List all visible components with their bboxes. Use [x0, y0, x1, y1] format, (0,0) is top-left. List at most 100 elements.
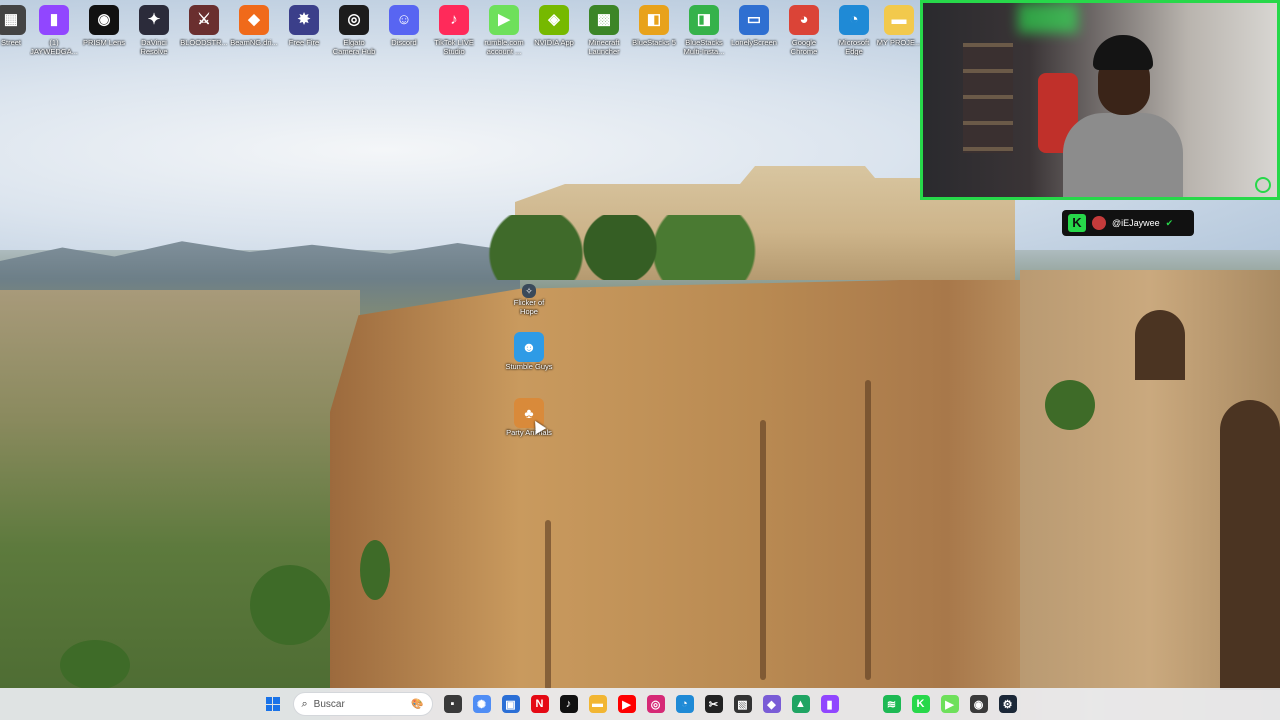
taskbar-steam[interactable]: ⚙	[995, 691, 1021, 717]
desktop-icon-bloodstrike[interactable]: ⚔ BLOODSTR...	[179, 2, 229, 62]
drive-icon: ▲	[791, 695, 810, 713]
streamer-beanie	[1093, 35, 1153, 70]
desktop-icon-microsoft-edge[interactable]: ◔ Microsoft Edge	[829, 2, 879, 62]
wallpaper-arch	[1220, 400, 1280, 690]
desktop-icon-label: BeamNG.dri...	[230, 38, 278, 47]
desktop-icon-label: MY PROJE...	[876, 38, 922, 47]
desktop-icon-label: Discord	[391, 38, 417, 47]
taskbar-youtube[interactable]: ▶	[614, 691, 640, 717]
wallpaper-bush	[1045, 380, 1095, 430]
taskbar-spotify[interactable]: ≋	[879, 691, 905, 717]
desktop-icon-davinci-resolve[interactable]: ✦ DaVinci Resolve	[129, 2, 179, 62]
neon-light	[1018, 3, 1078, 33]
chrome-icon: ◕	[789, 5, 819, 35]
minecraft-icon: ▩	[589, 5, 619, 35]
taskbar-netflix[interactable]: N	[527, 691, 553, 717]
bluestacks-multi-icon: ◨	[689, 5, 719, 35]
desktop-icon-label: Party Animals	[506, 428, 552, 437]
social-handle: @iEJaywee	[1112, 218, 1160, 228]
wallpaper-crack	[545, 520, 551, 690]
taskbar-folder[interactable]: ▬	[585, 691, 611, 717]
taskbar-obs[interactable]: ◉	[966, 691, 992, 717]
search-highlight-icon: 🎨	[411, 698, 424, 710]
desktop-icon-label: Google Chrome	[790, 38, 818, 56]
edge-icon: ◔	[839, 5, 869, 35]
webcam-overlay	[920, 0, 1280, 200]
desktop-icon-elgato-camera-hub[interactable]: ◎ Elgato Camera Hub	[329, 2, 379, 62]
desktop-icon-tiktok-live-studio[interactable]: ♪ TikTok LIVE Studio	[429, 2, 479, 62]
spotify-icon: ≋	[882, 695, 901, 713]
bluestacks-icon: ◧	[639, 5, 669, 35]
tiktok-icon: ♪	[439, 5, 469, 35]
desktop-icon-twitch[interactable]: ▮ (1) JAYWEDGA...	[29, 2, 79, 62]
beamng-icon: ◆	[239, 5, 269, 35]
camera-lens-icon: ◉	[89, 5, 119, 35]
desktop-icon-minecraft-launcher[interactable]: ▩ Minecraft Launcher	[579, 2, 629, 62]
kick-icon: K	[1068, 214, 1086, 232]
desktop-icon-label: PRISM Lens	[82, 38, 126, 47]
desktop-icon-my-projects[interactable]: ▬ MY PROJE...	[874, 2, 924, 62]
folder-icon: ▬	[884, 5, 914, 35]
nvidia-icon: ◈	[539, 5, 569, 35]
taskbar-instagram[interactable]: ◎	[643, 691, 669, 717]
folder-icon: ▬	[588, 695, 607, 713]
taskbar-tiktok[interactable]: ♪	[556, 691, 582, 717]
desktop-icon-bluestacks[interactable]: ◧ BlueStacks 5	[629, 2, 679, 62]
desktop-icon-bluestacks-multi[interactable]: ◨ BlueStacks Multi-Insta...	[679, 2, 729, 62]
game-icon: ⚔	[189, 5, 219, 35]
desktop-icon-prism-lens[interactable]: ◉ PRISM Lens	[79, 2, 129, 62]
desktop-icon-stumble-guys[interactable]: ☻ Stumble Guys	[504, 332, 554, 371]
wallpaper-bush	[360, 540, 390, 600]
desktop-icon-label: BLOODSTR...	[180, 38, 228, 47]
desktop-icon-nvidia-app[interactable]: ◈ NVIDIA App	[529, 2, 579, 62]
taskbar-twitch[interactable]: ▮	[817, 691, 843, 717]
wallpaper-crack	[865, 380, 871, 680]
desktop-icon-label: NVIDIA App	[534, 38, 574, 47]
desktop-icon-rumble[interactable]: ▶ rumble.com account ...	[479, 2, 529, 62]
steam-icon: ⚙	[998, 695, 1017, 713]
desktop-icon-free-fire[interactable]: ✸ Free Fire	[279, 2, 329, 62]
desktop-icon-label: DaVinci Resolve	[140, 38, 168, 56]
start-button[interactable]	[260, 691, 286, 717]
desktop-icon-label: Microsoft Edge	[838, 38, 870, 56]
shelf	[963, 43, 1013, 153]
desktop-icon-flicker-of-hope[interactable]: ✧ Flicker of Hope	[504, 284, 554, 316]
capture-icon: ▧	[733, 695, 752, 713]
desktop-icon-google-chrome[interactable]: ◕ Google Chrome	[779, 2, 829, 62]
wallpaper-trees	[480, 215, 760, 280]
desktop-icon-label: Flicker of Hope	[513, 298, 545, 316]
desktop-icon-label: (1) JAYWEDGA...	[30, 38, 78, 56]
rumble-icon: ▶	[940, 695, 959, 713]
taskbar-search[interactable]: ⌕ Buscar 🎨	[292, 692, 433, 716]
wallpaper-crack	[760, 420, 766, 680]
desktop-icon-lonelyscreen[interactable]: ▭ LonelyScreen	[729, 2, 779, 62]
taskbar-store[interactable]: ▣	[498, 691, 524, 717]
store-icon: ▣	[501, 695, 520, 713]
taskbar: ⌕ Buscar 🎨 ▪ ✺ ▣ N ♪ ▬ ▶ ◎ ◔ ✂ ▧ ◆ ▲ ▮ ≋…	[0, 688, 1280, 720]
desktop-icon-party-animals[interactable]: ♣ Party Animals	[504, 398, 554, 437]
edge-icon: ◔	[675, 695, 694, 713]
taskbar-capture[interactable]: ▧	[730, 691, 756, 717]
overlay-corner-icon	[1255, 177, 1271, 193]
netflix-icon: N	[530, 695, 549, 713]
desktop-icon-beamng[interactable]: ◆ BeamNG.dri...	[229, 2, 279, 62]
taskbar-file-explorer[interactable]: ▪	[440, 691, 466, 717]
obs-icon: ◉	[969, 695, 988, 713]
taskbar-kick[interactable]: K	[908, 691, 934, 717]
taskbar-app[interactable]: ◆	[759, 691, 785, 717]
taskbar-edge[interactable]: ◔	[672, 691, 698, 717]
taskbar-copilot[interactable]: ✺	[469, 691, 495, 717]
taskbar-capcut[interactable]: ✂	[701, 691, 727, 717]
capcut-icon: ✂	[704, 695, 723, 713]
taskbar-drive[interactable]: ▲	[788, 691, 814, 717]
desktop-icon-label: Elgato Camera Hub	[332, 38, 376, 56]
taskbar-rumble[interactable]: ▶	[937, 691, 963, 717]
desktop-icon-label: Minecraft Launcher	[588, 38, 620, 56]
desktop-icon-discord[interactable]: ☺ Discord	[379, 2, 429, 62]
copilot-icon: ✺	[472, 695, 491, 713]
kick-icon: K	[911, 695, 930, 713]
free-fire-icon: ✸	[289, 5, 319, 35]
avatar	[1092, 216, 1106, 230]
windows-icon	[265, 697, 280, 711]
desktop-icon-label: Stumble Guys	[505, 362, 553, 371]
